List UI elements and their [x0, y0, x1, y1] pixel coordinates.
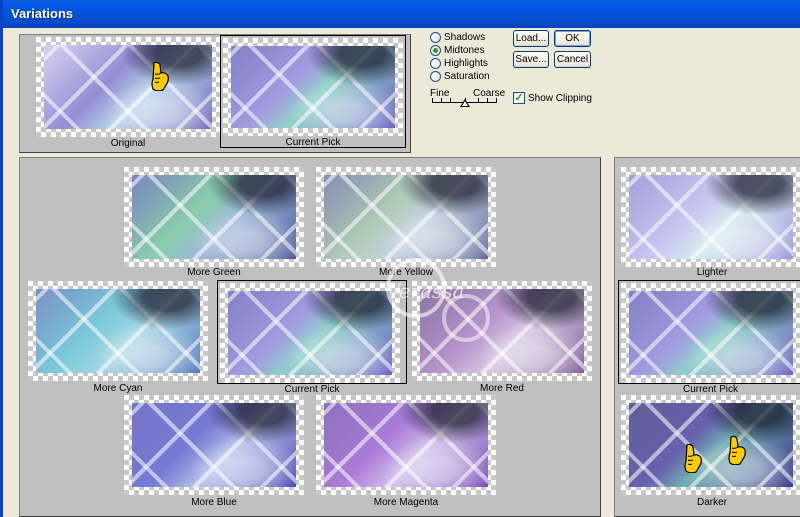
thumb-current-pick-center[interactable]: Current Pick	[217, 280, 407, 395]
fine-coarse-slider[interactable]: Fine Coarse	[430, 88, 505, 110]
slider-tick	[450, 98, 451, 103]
image-art	[231, 46, 395, 128]
thumb-label: More Magenta	[373, 497, 439, 508]
thumb-current-pick-right[interactable]: Current Pick	[618, 280, 800, 395]
checkbox-label: Show Clipping	[528, 92, 592, 104]
show-clipping-checkbox[interactable]: ✓ Show Clipping	[513, 92, 592, 104]
image-art	[324, 403, 488, 487]
thumb-label: More Green	[187, 267, 241, 278]
radio-saturation[interactable]: Saturation	[430, 70, 490, 83]
thumb-label: Lighter	[696, 267, 728, 278]
thumb-original[interactable]: Original	[36, 37, 220, 149]
slider-tick	[432, 98, 433, 103]
radio-midtones[interactable]: Midtones	[430, 44, 485, 57]
radio-circle[interactable]	[430, 58, 441, 69]
color-variations-panel: More Green More Yellow More Cyan Current	[19, 157, 601, 517]
preview-panel: Original Current Pick	[19, 34, 411, 153]
ok-button[interactable]: OK	[554, 30, 591, 47]
image-art	[132, 403, 296, 487]
thumb-image	[621, 167, 800, 267]
title-bar[interactable]: Variations	[3, 0, 800, 28]
thumb-current-pick-top[interactable]: Current Pick	[220, 35, 406, 148]
thumb-image	[621, 395, 800, 495]
thumb-image	[412, 281, 592, 381]
slider-tick	[441, 98, 442, 103]
slider-tick	[487, 98, 488, 103]
save-button[interactable]: Save...	[513, 51, 549, 68]
thumb-label: More Cyan	[93, 383, 143, 394]
thumb-label: Current Pick	[284, 384, 340, 395]
variations-window: Variations Original Current Pick Shadows…	[0, 0, 800, 517]
image-art	[44, 45, 212, 129]
thumb-label: More Red	[480, 383, 524, 394]
pointing-hand-icon	[725, 435, 747, 466]
dialog-client-area: Original Current Pick Shadows Midtones H…	[6, 28, 800, 517]
checkbox-box[interactable]: ✓	[513, 92, 525, 104]
pointing-hand-icon	[681, 443, 703, 474]
image-art	[629, 291, 793, 375]
thumb-more-yellow[interactable]: More Yellow	[316, 167, 496, 278]
radio-circle[interactable]	[430, 45, 441, 56]
thumb-image	[36, 37, 220, 137]
image-art	[36, 289, 200, 373]
slider-tick	[478, 98, 479, 103]
radio-label: Highlights	[444, 58, 488, 69]
load-button[interactable]: Load...	[513, 30, 549, 47]
thumb-label: Current Pick	[285, 137, 341, 148]
thumb-image	[621, 283, 800, 383]
radio-circle[interactable]	[430, 71, 441, 82]
image-art	[324, 175, 488, 259]
thumb-image	[220, 283, 400, 383]
thumb-image	[223, 38, 403, 136]
thumb-more-red[interactable]: More Red	[412, 281, 592, 394]
thumb-label: Darker	[696, 497, 727, 508]
pointing-hand-icon	[148, 61, 170, 92]
image-art	[629, 403, 793, 487]
radio-highlights[interactable]: Highlights	[430, 57, 488, 70]
thumb-image	[316, 395, 496, 495]
thumb-more-blue[interactable]: More Blue	[124, 395, 304, 508]
thumb-image	[124, 395, 304, 495]
cancel-button[interactable]: Cancel	[554, 51, 591, 68]
thumb-label: More Yellow	[379, 267, 433, 278]
thumb-lighter[interactable]: Lighter	[621, 167, 800, 278]
slider-tick	[496, 98, 497, 103]
image-art	[420, 289, 584, 373]
thumb-image	[124, 167, 304, 267]
radio-label: Shadows	[444, 32, 486, 43]
thumb-label: More Blue	[191, 497, 237, 508]
image-art	[132, 175, 296, 259]
thumb-more-magenta[interactable]: More Magenta	[316, 395, 496, 508]
radio-label: Midtones	[444, 45, 485, 56]
radio-label: Saturation	[444, 71, 490, 82]
lightness-panel: Lighter Current Pick Darker	[614, 157, 800, 517]
thumb-darker[interactable]: Darker	[621, 395, 800, 508]
thumb-label: Current Pick	[682, 384, 738, 395]
thumb-more-cyan[interactable]: More Cyan	[28, 281, 208, 394]
thumb-image	[316, 167, 496, 267]
thumb-image	[28, 281, 208, 381]
radio-circle[interactable]	[430, 32, 441, 43]
image-art	[228, 291, 392, 375]
thumb-more-green[interactable]: More Green	[124, 167, 304, 278]
thumb-label: Original	[110, 138, 146, 149]
slider-thumb[interactable]	[460, 99, 470, 107]
image-art	[629, 175, 793, 259]
radio-shadows[interactable]: Shadows	[430, 31, 485, 44]
